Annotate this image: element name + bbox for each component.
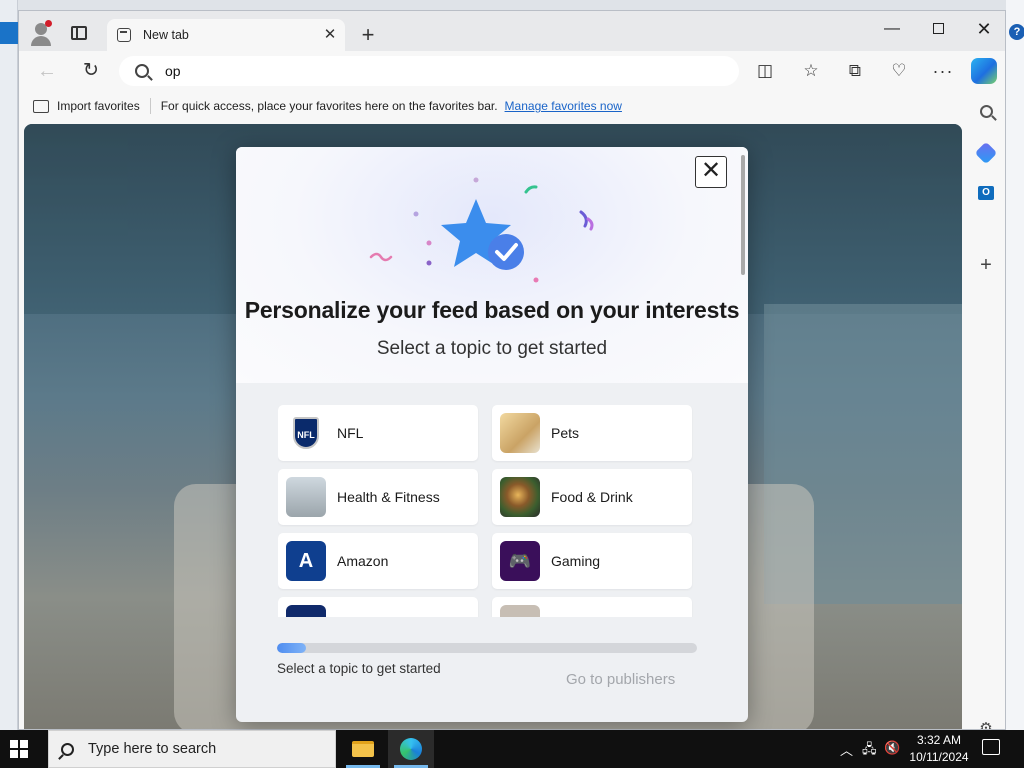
- desktop-right-edge: ?: [1006, 0, 1024, 730]
- import-favorites-button[interactable]: Import favorites: [57, 99, 140, 113]
- topic-card-gaming[interactable]: 🎮 Gaming: [492, 533, 692, 589]
- topic-card-partial[interactable]: [278, 597, 478, 617]
- fitness-photo: [286, 477, 326, 517]
- gaming-icon: 🎮: [500, 541, 540, 581]
- new-tab-button[interactable]: +: [355, 23, 381, 49]
- topic-thumbnail: [286, 605, 326, 617]
- notification-center-icon[interactable]: [982, 739, 1000, 755]
- close-tab-icon[interactable]: ✕: [321, 26, 339, 44]
- clock-date: 10/11/2024: [909, 750, 969, 764]
- windows-start-icon[interactable]: [10, 740, 28, 758]
- split-screen-icon[interactable]: ◫: [751, 57, 779, 85]
- search-icon: [135, 64, 149, 78]
- topic-label: Gaming: [551, 553, 601, 569]
- taskbar-search-placeholder: Type here to search: [88, 741, 217, 757]
- help-icon[interactable]: ?: [1009, 24, 1024, 40]
- dialog-headline: Personalize your feed based on your inte…: [244, 297, 740, 323]
- dialog-scrollbar[interactable]: [741, 155, 745, 275]
- taskbar-search-box[interactable]: Type here to search: [48, 730, 336, 768]
- back-arrow-icon[interactable]: ←: [33, 57, 61, 85]
- minimize-button[interactable]: —: [869, 15, 915, 43]
- maximize-button[interactable]: [915, 15, 961, 43]
- sidebar-settings-icon[interactable]: ⚙: [974, 717, 998, 729]
- topic-thumbnail: [500, 605, 540, 617]
- manage-favorites-link[interactable]: Manage favorites now: [505, 99, 622, 113]
- topic-label: Pets: [551, 425, 580, 441]
- topic-card-health-fitness[interactable]: Health & Fitness: [278, 469, 478, 525]
- collections-icon[interactable]: ⧉: [841, 57, 869, 85]
- browser-essentials-icon[interactable]: ♡: [885, 57, 913, 85]
- desktop-left-edge: [0, 0, 18, 730]
- edge-browser-icon[interactable]: [388, 730, 434, 768]
- profile-icon[interactable]: [27, 19, 55, 47]
- file-explorer-icon[interactable]: [340, 730, 386, 768]
- star-check-illustration: [369, 177, 594, 283]
- title-bar: New tab ✕ + — ✕: [19, 11, 1005, 51]
- topic-progress-bar: [277, 643, 697, 653]
- tab-new-tab[interactable]: New tab ✕: [107, 19, 345, 51]
- topic-list: NFL NFL Pets Health & Fitness Food & Dri…: [278, 405, 694, 617]
- amazon-icon: A: [286, 541, 326, 581]
- divider: [149, 98, 151, 114]
- copilot-icon[interactable]: [971, 58, 997, 84]
- import-folder-icon[interactable]: [33, 99, 49, 113]
- show-hidden-icons-chevron-icon[interactable]: ︿: [840, 740, 853, 759]
- clock-time: 3:32 AM: [916, 733, 962, 747]
- food-photo: [500, 477, 540, 517]
- topic-card-pets[interactable]: Pets: [492, 405, 692, 461]
- progress-text: Select a topic to get started: [277, 661, 441, 676]
- topic-label: Food & Drink: [551, 489, 633, 505]
- sidebar-copilot-icon[interactable]: [974, 141, 998, 165]
- volume-muted-icon[interactable]: 🔇: [884, 740, 900, 756]
- close-dialog-button[interactable]: ✕: [695, 156, 727, 188]
- sidebar: O + ⚙: [966, 91, 1005, 729]
- go-to-publishers-button[interactable]: Go to publishers: [566, 671, 675, 688]
- sidebar-search-icon[interactable]: [974, 99, 998, 123]
- tab-title: New tab: [143, 28, 189, 42]
- topic-card-amazon[interactable]: A Amazon: [278, 533, 478, 589]
- topic-card-nfl[interactable]: NFL NFL: [278, 405, 478, 461]
- toolbar: ← ↻ op ◫ ☆ ⧉ ♡ ···: [19, 51, 1005, 91]
- close-window-button[interactable]: ✕: [961, 15, 1005, 43]
- favorites-message: For quick access, place your favorites h…: [160, 99, 498, 113]
- topic-label: Health & Fitness: [337, 489, 440, 505]
- personalize-feed-dialog: ✕ Personalize your feed based on your in…: [236, 147, 748, 722]
- system-clock[interactable]: 3:32 AM 10/11/2024: [908, 732, 970, 766]
- network-icon[interactable]: 🖧: [862, 740, 877, 762]
- address-text[interactable]: op: [165, 63, 181, 79]
- dialog-subheadline: Select a topic to get started: [376, 338, 608, 359]
- nfl-shield-icon: NFL: [286, 413, 326, 453]
- sidebar-outlook-icon[interactable]: O: [974, 179, 998, 203]
- favorites-icon[interactable]: ☆: [797, 57, 825, 85]
- address-bar[interactable]: op: [119, 56, 739, 86]
- page-icon: [117, 28, 131, 42]
- search-icon: [61, 742, 74, 756]
- taskbar: Type here to search ︿ 🖧 🔇 3:32 AM 10/11/…: [0, 730, 1024, 768]
- sidebar-add-icon[interactable]: +: [974, 253, 998, 277]
- pets-photo: [500, 413, 540, 453]
- favorites-bar: Import favorites For quick access, place…: [19, 91, 1005, 121]
- refresh-icon[interactable]: ↻: [77, 57, 105, 85]
- topic-card-partial[interactable]: [492, 597, 692, 617]
- more-options-icon[interactable]: ···: [929, 57, 957, 85]
- topic-label: Amazon: [337, 553, 389, 569]
- tab-actions-icon[interactable]: [65, 19, 93, 47]
- topic-label: NFL: [337, 425, 364, 441]
- topic-card-food-drink[interactable]: Food & Drink: [492, 469, 692, 525]
